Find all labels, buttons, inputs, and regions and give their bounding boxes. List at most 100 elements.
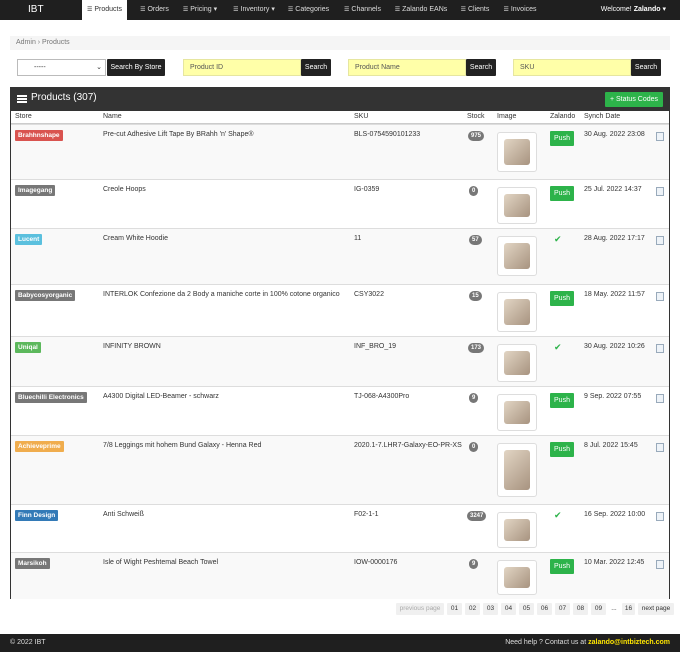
list-icon: ☰ (503, 7, 509, 13)
column-header-store[interactable]: Store (15, 113, 32, 120)
page-link[interactable]: 09 (591, 603, 606, 615)
list-icon: ☰ (233, 7, 239, 13)
projector-image[interactable] (497, 394, 537, 431)
push-button[interactable]: Push (550, 131, 574, 146)
nav-item-products[interactable]: ☰ Products (82, 0, 127, 20)
page-link[interactable]: 02 (465, 603, 480, 615)
product-name[interactable]: Creole Hoops (103, 186, 146, 193)
store-badge[interactable]: Brahhnshape (15, 130, 63, 141)
nav-item-channels[interactable]: ☰ Channels (340, 0, 385, 20)
column-header-name[interactable]: Name (103, 113, 122, 120)
nav-item-categories[interactable]: ☰ Categories (285, 0, 332, 20)
nav-item-label: Products (94, 6, 122, 13)
view-details-icon[interactable] (656, 187, 664, 196)
product-name-search-button[interactable]: Search (466, 59, 496, 76)
product-name[interactable]: Pre-cut Adhesive Lift Tape By BRahh 'n' … (103, 131, 254, 138)
page-link[interactable]: 16 (622, 603, 635, 615)
user-menu[interactable]: Welcome! Zalando ▾ (601, 0, 666, 20)
page-link[interactable]: 01 (447, 603, 462, 615)
product-name[interactable]: Anti Schweiß (103, 511, 144, 518)
column-header-synch-date[interactable]: Synch Date (584, 113, 620, 120)
status-codes-button[interactable]: + Status Codes (604, 92, 663, 107)
page-link[interactable]: 08 (573, 603, 588, 615)
view-details-icon[interactable] (656, 512, 664, 521)
baby-body-image[interactable] (497, 292, 537, 332)
previous-page-button[interactable]: previous page (396, 603, 444, 615)
undershirt-image[interactable] (497, 512, 537, 548)
column-header-sku[interactable]: SKU (354, 113, 368, 120)
page-link[interactable]: 03 (483, 603, 498, 615)
store-badge[interactable]: Lucent (15, 234, 43, 245)
page-link[interactable]: 07 (555, 603, 570, 615)
hoodie-image[interactable] (497, 236, 537, 276)
store-badge[interactable]: Bluechilli Electronics (15, 392, 87, 403)
sku-search-button[interactable]: Search (631, 59, 661, 76)
nav-item-clients[interactable]: ☰ Clients (456, 0, 494, 20)
product-image-placeholder (504, 194, 530, 217)
nav-item-invoices[interactable]: ☰ Invoices (499, 0, 541, 20)
product-name[interactable]: 7/8 Leggings mit hohem Bund Galaxy - Hen… (103, 442, 261, 449)
towel-image[interactable] (497, 560, 537, 595)
synch-date: 30 Aug. 2022 10:26 (584, 343, 645, 350)
push-button[interactable]: Push (550, 186, 574, 201)
bracelet-image[interactable] (497, 344, 537, 382)
caret-down-icon: ▾ (213, 6, 218, 13)
product-name[interactable]: Cream White Hoodie (103, 235, 168, 242)
brand-logo[interactable]: IBT (28, 4, 44, 15)
view-details-icon[interactable] (656, 560, 664, 569)
list-icon (17, 95, 27, 104)
leggings-image[interactable] (497, 443, 537, 497)
search-by-store-button[interactable]: Search By Store (107, 59, 165, 76)
view-details-icon[interactable] (656, 292, 664, 301)
nav-item-inventory[interactable]: ☰ Inventory ▾ (228, 0, 280, 20)
sku-input[interactable]: SKU (513, 59, 631, 76)
product-name[interactable]: Isle of Wight Peshtemal Beach Towel (103, 559, 218, 566)
hoop-earrings-image[interactable] (497, 187, 537, 224)
view-details-icon[interactable] (656, 132, 664, 141)
tape-product-image[interactable] (497, 132, 537, 172)
push-button[interactable]: Push (550, 393, 574, 408)
product-sku: 2020.1-7.LHR7-Galaxy-EO-PR-XS (354, 442, 462, 449)
view-details-icon[interactable] (656, 344, 664, 353)
column-header-zalando[interactable]: Zalando (550, 113, 575, 120)
store-badge[interactable]: Babycosyorganic (15, 290, 76, 301)
product-image-placeholder (504, 139, 530, 165)
support-email-link[interactable]: zalando@intbiztech.com (588, 639, 670, 646)
product-name[interactable]: A4300 Digital LED-Beamer - schwarz (103, 393, 219, 400)
product-name[interactable]: INTERLOK Confezione da 2 Body a maniche … (103, 291, 340, 298)
store-badge[interactable]: Finn Design (15, 510, 59, 521)
store-select[interactable]: ----- ⌄ (17, 59, 106, 76)
product-name-input[interactable]: Product Name (348, 59, 466, 76)
product-id-input[interactable]: Product ID (183, 59, 301, 76)
view-details-icon[interactable] (656, 443, 664, 452)
stock-badge: 0 (469, 442, 479, 452)
view-details-icon[interactable] (656, 394, 664, 403)
store-badge[interactable]: Uniqal (15, 342, 41, 353)
push-button[interactable]: Push (550, 291, 574, 306)
stock-badge: 173 (468, 343, 485, 353)
page-link[interactable]: 06 (537, 603, 552, 615)
nav-item-zalando-eans[interactable]: ☰ Zalando EANs (390, 0, 452, 20)
help-contact: Need help ? Contact us at zalando@intbiz… (505, 634, 670, 652)
next-page-button[interactable]: next page (638, 603, 674, 615)
check-icon: ✔ (554, 342, 562, 352)
nav-item-orders[interactable]: ☰ Orders (137, 0, 172, 20)
store-badge[interactable]: Marsikoh (15, 558, 50, 569)
store-badge[interactable]: Achieveprime (15, 441, 64, 452)
column-header-stock[interactable]: Stock (467, 113, 485, 120)
products-panel: Products (307) + Status Codes Store Name S… (10, 87, 670, 599)
nav-item-pricing[interactable]: ☰ Pricing ▾ (177, 0, 223, 20)
page-link[interactable]: 04 (501, 603, 516, 615)
page-link[interactable]: 05 (519, 603, 534, 615)
product-id-search-button[interactable]: Search (301, 59, 331, 76)
product-sku: TJ-068-A4300Pro (354, 393, 410, 400)
synch-date: 16 Sep. 2022 10:00 (584, 511, 646, 518)
push-button[interactable]: Push (550, 442, 574, 457)
column-header-image[interactable]: Image (497, 113, 516, 120)
panel-title: Products (307) (31, 92, 97, 103)
view-details-icon[interactable] (656, 236, 664, 245)
product-name[interactable]: INFINITY BROWN (103, 343, 161, 350)
push-button[interactable]: Push (550, 559, 574, 574)
store-badge[interactable]: Imagegang (15, 185, 56, 196)
store-select-value: ----- (34, 64, 46, 71)
